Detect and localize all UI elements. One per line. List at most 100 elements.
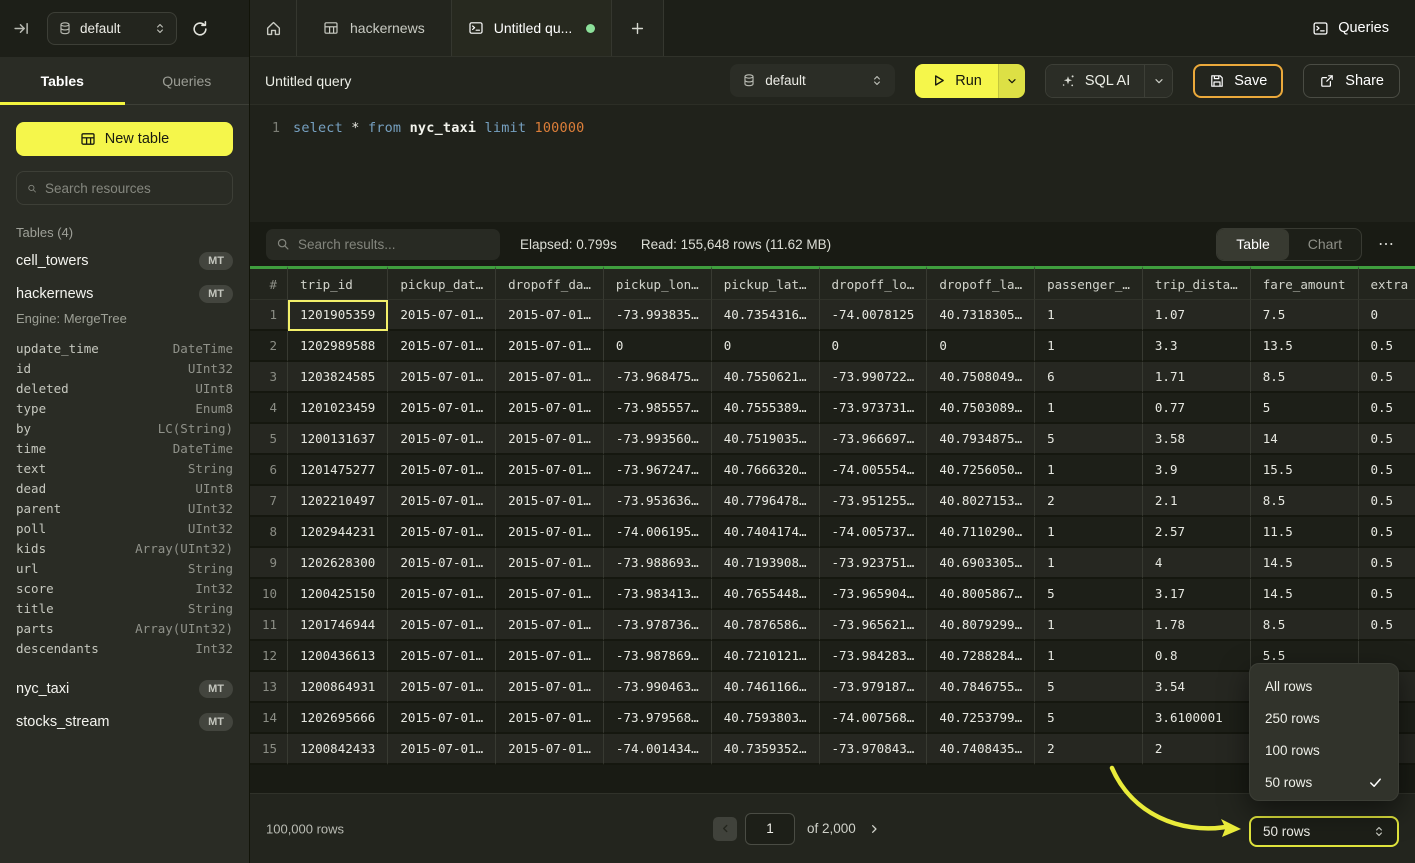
cell[interactable]: -74.001434… — [604, 734, 712, 765]
cell[interactable]: 2015-07-01… — [388, 610, 496, 641]
cell[interactable]: -73.984283… — [820, 641, 928, 672]
cell[interactable]: 2015-07-01… — [496, 455, 604, 486]
cell[interactable]: 40.7408435… — [927, 734, 1035, 765]
column-header-trip_dista…[interactable]: trip_dista… — [1143, 266, 1251, 300]
cell[interactable]: -73.965621… — [820, 610, 928, 641]
cell[interactable]: 2015-07-01… — [496, 517, 604, 548]
cell[interactable]: 2015-07-01… — [496, 703, 604, 734]
cell[interactable]: 2015-07-01… — [388, 331, 496, 362]
cell[interactable]: 2.1 — [1143, 486, 1251, 517]
column-header-fare_amount[interactable]: fare_amount — [1251, 266, 1359, 300]
page-size-selector[interactable]: 50 rows — [1249, 816, 1399, 847]
cell[interactable]: 2015-07-01… — [388, 393, 496, 424]
cell[interactable]: 40.7655448… — [712, 579, 820, 610]
cell[interactable]: 0.5 — [1359, 548, 1415, 579]
cell[interactable]: 40.7519035… — [712, 424, 820, 455]
cell[interactable]: 2015-07-01… — [496, 672, 604, 703]
page-size-option[interactable]: 100 rows — [1250, 734, 1398, 766]
cell[interactable]: 40.7288284… — [927, 641, 1035, 672]
cell[interactable]: -74.005737… — [820, 517, 928, 548]
row-number[interactable]: 9 — [250, 548, 288, 579]
cell[interactable]: 0 — [712, 331, 820, 362]
cell[interactable]: 3.58 — [1143, 424, 1251, 455]
cell[interactable]: 5 — [1251, 393, 1359, 424]
cell[interactable]: 2015-07-01… — [388, 455, 496, 486]
cell[interactable]: -73.987869… — [604, 641, 712, 672]
row-number[interactable]: 11 — [250, 610, 288, 641]
cell[interactable]: 2015-07-01… — [496, 424, 604, 455]
tab-untitled-query[interactable]: Untitled qu... — [452, 0, 613, 56]
cell[interactable]: 1.71 — [1143, 362, 1251, 393]
collapse-sidebar-icon[interactable] — [13, 20, 30, 37]
cell[interactable]: 6 — [1035, 362, 1143, 393]
cell[interactable]: 0 — [820, 331, 928, 362]
refresh-icon[interactable] — [191, 20, 209, 38]
row-number[interactable]: 12 — [250, 641, 288, 672]
cell[interactable]: 3.17 — [1143, 579, 1251, 610]
cell[interactable]: 40.7876586… — [712, 610, 820, 641]
view-tab-table[interactable]: Table — [1217, 229, 1288, 260]
cell[interactable]: 1 — [1035, 300, 1143, 331]
cell[interactable]: 3.3 — [1143, 331, 1251, 362]
cell[interactable]: 2015-07-01… — [496, 486, 604, 517]
cell[interactable]: 2015-07-01… — [496, 393, 604, 424]
queries-button[interactable]: Queries — [1312, 20, 1389, 37]
cell[interactable]: 40.7508049… — [927, 362, 1035, 393]
cell[interactable]: 2015-07-01… — [388, 362, 496, 393]
cell[interactable]: 2.57 — [1143, 517, 1251, 548]
row-number[interactable]: 7 — [250, 486, 288, 517]
row-number[interactable]: 4 — [250, 393, 288, 424]
cell[interactable]: -73.951255… — [820, 486, 928, 517]
sidebar-table-hackernews[interactable]: hackernewsMT — [16, 277, 233, 310]
cell[interactable]: 2015-07-01… — [388, 517, 496, 548]
column-header-pickup_dat…[interactable]: pickup_dat… — [388, 266, 496, 300]
cell[interactable]: 0 — [1359, 300, 1415, 331]
sidebar-database-selector[interactable]: default — [47, 12, 177, 45]
cell[interactable]: -73.979568… — [604, 703, 712, 734]
cell[interactable]: 2015-07-01… — [496, 579, 604, 610]
cell[interactable]: 1 — [1035, 393, 1143, 424]
cell[interactable]: -73.988693… — [604, 548, 712, 579]
cell[interactable]: 40.7503089… — [927, 393, 1035, 424]
sidebar-table-stocks_stream[interactable]: stocks_streamMT — [16, 705, 233, 738]
cell[interactable]: 1 — [1035, 610, 1143, 641]
cell[interactable]: -73.966697… — [820, 424, 928, 455]
cell[interactable]: 1 — [1035, 548, 1143, 579]
cell[interactable]: 0.5 — [1359, 393, 1415, 424]
sidebar-table-nyc_taxi[interactable]: nyc_taxiMT — [16, 672, 233, 705]
cell[interactable]: 8.5 — [1251, 486, 1359, 517]
cell[interactable]: 40.7256050… — [927, 455, 1035, 486]
cell[interactable]: 4 — [1143, 548, 1251, 579]
cell[interactable]: -74.0078125 — [820, 300, 928, 331]
cell[interactable]: 0.5 — [1359, 579, 1415, 610]
column-header-dropoff_lo…[interactable]: dropoff_lo… — [820, 266, 928, 300]
cell[interactable]: -73.990463… — [604, 672, 712, 703]
cell[interactable]: 2015-07-01… — [496, 734, 604, 765]
sidebar-search-input[interactable] — [45, 181, 222, 196]
row-number[interactable]: 6 — [250, 455, 288, 486]
cell[interactable]: 40.8079299… — [927, 610, 1035, 641]
tab-home[interactable] — [250, 0, 297, 56]
cell[interactable]: -74.006195… — [604, 517, 712, 548]
cell[interactable]: 0.8 — [1143, 641, 1251, 672]
run-options-caret[interactable] — [998, 64, 1025, 98]
cell[interactable]: -73.967247… — [604, 455, 712, 486]
cell[interactable]: 40.7846755… — [927, 672, 1035, 703]
cell[interactable]: 1202944231 — [288, 517, 388, 548]
cell[interactable]: 1200436613 — [288, 641, 388, 672]
cell[interactable]: 40.7934875… — [927, 424, 1035, 455]
page-size-option[interactable]: 50 rows — [1250, 766, 1398, 798]
cell[interactable]: 1 — [1035, 641, 1143, 672]
cell[interactable]: 2015-07-01… — [388, 300, 496, 331]
cell[interactable]: 40.7210121… — [712, 641, 820, 672]
cell[interactable]: 40.7461166… — [712, 672, 820, 703]
cell[interactable]: -73.985557… — [604, 393, 712, 424]
cell[interactable]: 1203824585 — [288, 362, 388, 393]
cell[interactable]: 1200425150 — [288, 579, 388, 610]
results-search-input[interactable] — [298, 237, 490, 252]
cell[interactable]: 1200842433 — [288, 734, 388, 765]
cell[interactable]: 0.5 — [1359, 455, 1415, 486]
cell[interactable]: 2015-07-01… — [388, 424, 496, 455]
sql-ai-button[interactable]: SQL AI — [1046, 65, 1144, 97]
cell[interactable]: 8.5 — [1251, 610, 1359, 641]
